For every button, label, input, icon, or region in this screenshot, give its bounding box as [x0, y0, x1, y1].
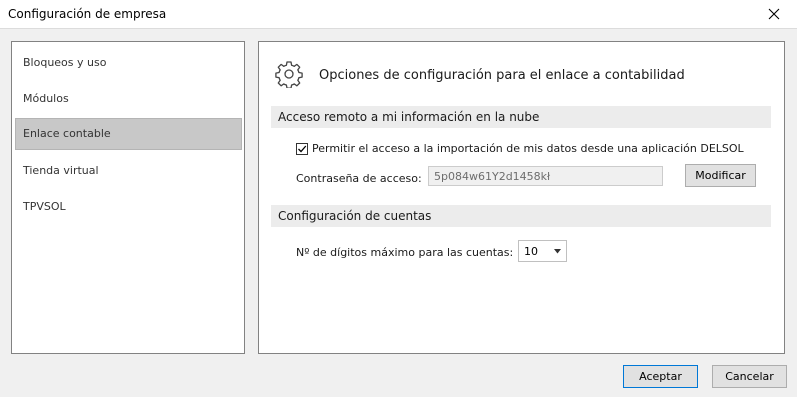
sidebar-item-modulos[interactable]: Módulos [15, 83, 242, 115]
cancel-button[interactable]: Cancelar [712, 365, 787, 388]
page-title: Opciones de configuración para el enlace… [319, 68, 685, 83]
allow-import-checkbox[interactable] [296, 143, 308, 155]
content-panel: Opciones de configuración para el enlace… [258, 41, 785, 354]
section-header-accounts: Configuración de cuentas [271, 205, 771, 227]
window-title: Configuración de empresa [8, 7, 167, 21]
gear-icon [275, 61, 303, 88]
sidebar: Bloqueos y uso Módulos Enlace contable T… [11, 41, 245, 354]
sidebar-item-tpvsol[interactable]: TPVSOL [15, 191, 242, 223]
sidebar-item-enlace-contable[interactable]: Enlace contable [15, 118, 242, 150]
password-label: Contraseña de acceso: [296, 172, 422, 185]
sidebar-item-bloqueos[interactable]: Bloqueos y uso [15, 47, 242, 79]
checkmark-icon [298, 145, 307, 153]
close-icon [768, 8, 780, 20]
title-bar: Configuración de empresa [0, 0, 797, 29]
modify-button[interactable]: Modificar [685, 164, 756, 187]
accept-button[interactable]: Aceptar [623, 365, 698, 388]
close-button[interactable] [751, 0, 797, 28]
max-digits-label: Nº de dígitos máximo para las cuentas: [296, 246, 514, 259]
password-field[interactable] [428, 166, 663, 186]
max-digits-value: 10 [524, 245, 538, 258]
allow-import-label[interactable]: Permitir el acceso a la importación de m… [312, 142, 744, 155]
chevron-down-icon [554, 249, 561, 254]
sidebar-item-tienda-virtual[interactable]: Tienda virtual [15, 155, 242, 187]
max-digits-select[interactable]: 10 [518, 240, 567, 262]
section-header-remote-access: Acceso remoto a mi información en la nub… [271, 106, 771, 128]
